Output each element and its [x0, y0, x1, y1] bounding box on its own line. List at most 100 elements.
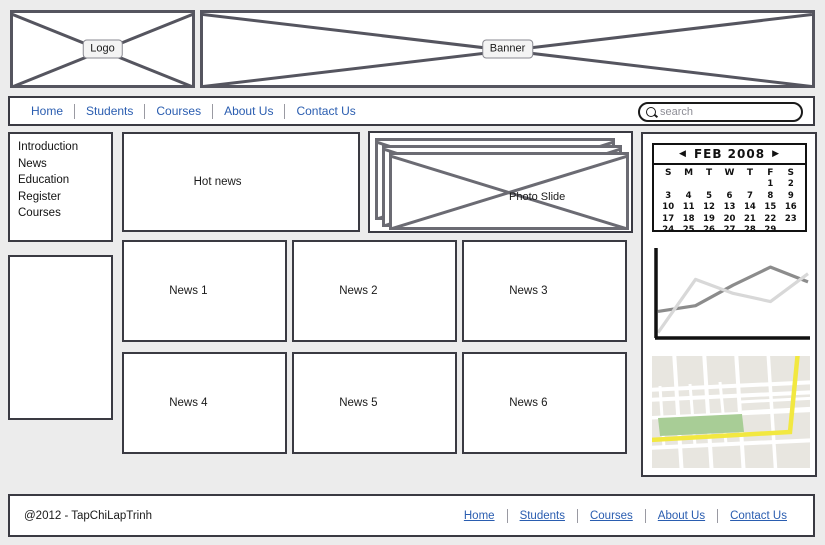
- calendar-day-header: S: [787, 168, 795, 178]
- right-widget-column: ◀ FEB 2008 ▶ S M T W T F S 1 2 3 4 5 6 7 8 9 10 11 12 13 14 1…: [641, 132, 817, 477]
- calendar-day[interactable]: 25: [678, 225, 698, 237]
- sidebar-list: Introduction News Education Register Courses: [10, 134, 111, 222]
- calendar-day[interactable]: 1: [760, 179, 780, 191]
- calendar-day[interactable]: 14: [740, 202, 760, 214]
- calendar-day[interactable]: 28: [740, 225, 760, 237]
- banner-label: Banner: [481, 39, 534, 59]
- calendar-day-empty: [781, 225, 801, 237]
- copyright-text: @2012 - TapChiLapTrinh: [24, 509, 153, 522]
- footer-link-home[interactable]: Home: [452, 510, 507, 522]
- calendar-day-empty: [658, 179, 678, 191]
- sidebar-empty-panel: [8, 255, 113, 420]
- hot-news-panel[interactable]: Hot news: [122, 132, 360, 232]
- calendar-day-header: T: [705, 168, 713, 178]
- logo-placeholder[interactable]: Logo: [10, 10, 195, 88]
- news-card[interactable]: News 5: [292, 352, 457, 454]
- calendar-day[interactable]: 10: [658, 202, 678, 214]
- calendar-day-header: T: [746, 168, 753, 178]
- calendar-day[interactable]: 12: [699, 202, 719, 214]
- calendar-day-empty: [678, 179, 698, 191]
- logo-label: Logo: [82, 39, 123, 59]
- calendar-prev-icon[interactable]: ◀: [679, 149, 687, 159]
- calendar-day-empty: [699, 179, 719, 191]
- nav-list: Home Students Courses About Us Contact Us: [10, 98, 367, 124]
- banner-placeholder[interactable]: Banner: [200, 10, 815, 88]
- footer-link-about-us[interactable]: About Us: [646, 510, 717, 522]
- sidebar-item-register[interactable]: Register: [10, 189, 111, 206]
- calendar-day[interactable]: 17: [658, 214, 678, 226]
- news-card[interactable]: News 3: [462, 240, 627, 342]
- calendar-day[interactable]: 9: [781, 191, 801, 203]
- calendar-day[interactable]: 23: [781, 214, 801, 226]
- calendar-day[interactable]: 18: [678, 214, 698, 226]
- news-card[interactable]: News 4: [122, 352, 287, 454]
- photo-slide-panel[interactable]: Photo Slide: [368, 131, 633, 233]
- calendar-day[interactable]: 20: [719, 214, 739, 226]
- calendar-day[interactable]: 16: [781, 202, 801, 214]
- footer-link-students[interactable]: Students: [508, 510, 577, 522]
- photo-slide-label: Photo Slide: [509, 191, 566, 203]
- news-card[interactable]: News 6: [462, 352, 627, 454]
- calendar-day[interactable]: 22: [760, 214, 780, 226]
- footer-link-contact-us[interactable]: Contact Us: [718, 510, 799, 522]
- calendar-day-header: W: [724, 168, 735, 178]
- sidebar-item-news[interactable]: News: [10, 156, 111, 173]
- news-card-label: News 4: [169, 397, 208, 409]
- wireframe-page: Logo Banner Home Students Courses About Us C…: [0, 0, 825, 545]
- map-widget[interactable]: [652, 356, 810, 468]
- chart-line-series-light: [656, 272, 809, 334]
- news-card-label: News 5: [339, 397, 378, 409]
- calendar-day[interactable]: 21: [740, 214, 760, 226]
- calendar-header: ◀ FEB 2008 ▶: [654, 145, 805, 165]
- calendar-day[interactable]: 3: [658, 191, 678, 203]
- calendar-day-header: S: [664, 168, 672, 178]
- calendar-day[interactable]: 27: [719, 225, 739, 237]
- news-card-label: News 3: [509, 285, 548, 297]
- calendar-next-icon[interactable]: ▶: [772, 149, 780, 159]
- footer-bar: @2012 - TapChiLapTrinh Home Students Cours…: [8, 494, 815, 537]
- calendar-day[interactable]: 6: [719, 191, 739, 203]
- sidebar-item-education[interactable]: Education: [10, 172, 111, 189]
- search-icon: [646, 107, 656, 117]
- news-card[interactable]: News 1: [122, 240, 287, 342]
- calendar-day-header: M: [684, 168, 694, 178]
- calendar-day[interactable]: 4: [678, 191, 698, 203]
- calendar-day[interactable]: 11: [678, 202, 698, 214]
- news-card-label: News 2: [339, 285, 378, 297]
- hot-news-label: Hot news: [193, 176, 242, 188]
- calendar-day[interactable]: 26: [699, 225, 719, 237]
- calendar-day[interactable]: 19: [699, 214, 719, 226]
- nav-link-contact-us[interactable]: Contact Us: [285, 104, 366, 118]
- sidebar-item-courses[interactable]: Courses: [10, 205, 111, 222]
- calendar-day[interactable]: 29: [760, 225, 780, 237]
- sidebar-item-introduction[interactable]: Introduction: [10, 139, 111, 156]
- calendar-day-empty: [740, 179, 760, 191]
- calendar-day[interactable]: 15: [760, 202, 780, 214]
- news-card[interactable]: News 2: [292, 240, 457, 342]
- calendar-day-header: F: [767, 168, 774, 178]
- footer-link-courses[interactable]: Courses: [578, 510, 645, 522]
- nav-link-courses[interactable]: Courses: [145, 104, 212, 118]
- calendar-day[interactable]: 5: [699, 191, 719, 203]
- calendar-day[interactable]: 24: [658, 225, 678, 237]
- line-chart-widget: [654, 248, 810, 340]
- calendar-month-year: FEB 2008: [693, 147, 766, 161]
- footer-link-list: Home Students Courses About Us Contact Us: [452, 508, 799, 523]
- calendar-grid: S M T W T F S 1 2 3 4 5 6 7 8 9 10 11 12 13 14 15 16 17 18 19 20 21…: [654, 165, 805, 237]
- calendar-day[interactable]: 7: [740, 191, 760, 203]
- calendar-day[interactable]: 2: [781, 179, 801, 191]
- nav-link-about-us[interactable]: About Us: [213, 104, 284, 118]
- search-input[interactable]: search: [638, 102, 803, 122]
- news-card-label: News 6: [509, 397, 548, 409]
- nav-link-students[interactable]: Students: [75, 104, 144, 118]
- calendar-day[interactable]: 13: [719, 202, 739, 214]
- navigation-bar: Home Students Courses About Us Contact Us se…: [8, 96, 815, 126]
- calendar-day[interactable]: 8: [760, 191, 780, 203]
- calendar-widget[interactable]: ◀ FEB 2008 ▶ S M T W T F S 1 2 3 4 5 6 7 8 9 10 11 12 13 14 1…: [652, 143, 807, 235]
- news-card-label: News 1: [169, 285, 208, 297]
- nav-link-home[interactable]: Home: [20, 104, 74, 118]
- search-placeholder: search: [660, 105, 694, 118]
- chart-series-group: [656, 265, 809, 334]
- calendar-day-empty: [719, 179, 739, 191]
- sidebar-menu: Introduction News Education Register Courses: [8, 132, 113, 242]
